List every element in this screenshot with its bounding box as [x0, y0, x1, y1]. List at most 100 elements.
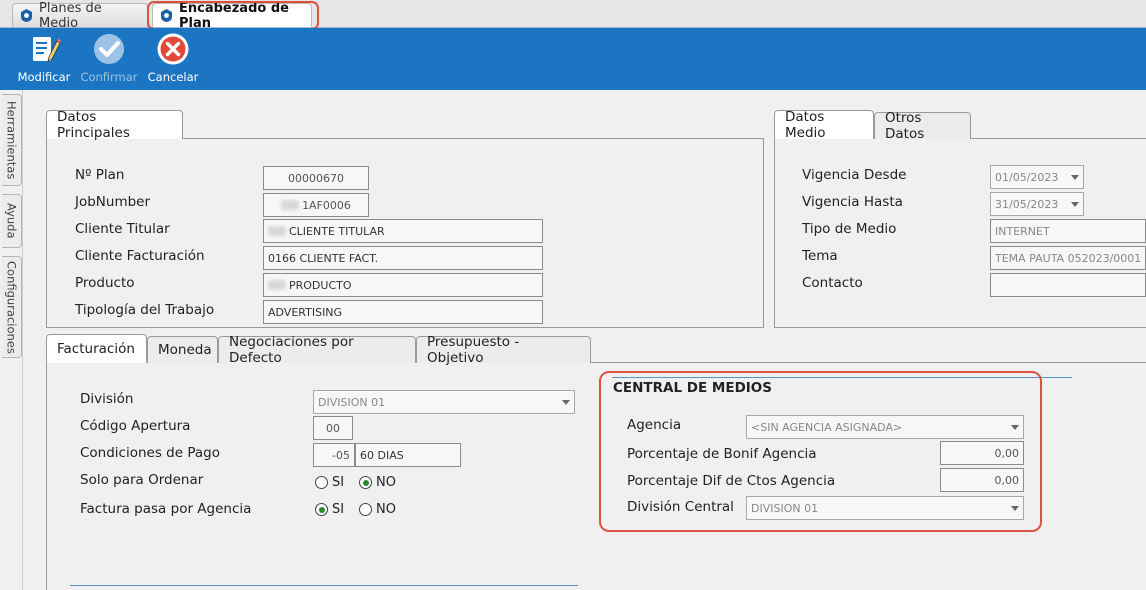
app-logo-icon: [159, 8, 174, 23]
modificar-button[interactable]: Modificar: [16, 32, 72, 84]
tab-negociaciones[interactable]: Negociaciones por Defecto: [218, 334, 416, 366]
confirmar-label: Confirmar: [80, 70, 138, 84]
contacto-field[interactable]: [990, 273, 1146, 297]
tipo-medio-label: Tipo de Medio: [802, 221, 897, 237]
solo-ordenar-si-radio[interactable]: SI: [315, 475, 344, 490]
tab-planes-de-medio[interactable]: Planes de Medio: [12, 1, 148, 31]
cliente-titular-label: Cliente Titular: [75, 221, 170, 237]
field-value: PRODUCTO: [289, 278, 352, 292]
field-value: ADVERTISING: [268, 305, 343, 319]
chevron-down-icon: [1071, 174, 1079, 180]
bonif-agencia-field[interactable]: 0,00: [940, 441, 1024, 465]
redacted-mark: [268, 226, 286, 236]
side-tab-configuraciones[interactable]: Configuraciones: [2, 256, 22, 358]
redacted-mark: [268, 280, 286, 290]
tab-label: Presupuesto - Objetivo: [427, 334, 520, 366]
vigencia-desde-picker[interactable]: 01/05/2023: [990, 165, 1084, 189]
codigo-apertura-label: Código Apertura: [80, 418, 191, 434]
side-tab-label: Herramientas: [4, 100, 19, 180]
radio-unchecked-icon: [359, 503, 372, 516]
radio-checked-icon: [315, 503, 328, 516]
field-value: <SIN AGENCIA ASIGNADA>: [751, 420, 903, 434]
tab-label: Otros Datos: [885, 110, 925, 142]
tab-label: Planes de Medio: [39, 0, 102, 31]
cancelar-label: Cancelar: [147, 70, 199, 84]
tipologia-label: Tipología del Trabajo: [75, 302, 215, 318]
tab-label: Moneda: [158, 342, 212, 358]
dif-ctos-field[interactable]: 0,00: [940, 468, 1024, 492]
tab-label: Negociaciones por Defecto: [229, 334, 354, 366]
field-value: CLIENTE TITULAR: [289, 224, 385, 238]
radio-label: NO: [376, 475, 396, 490]
cancel-icon: [157, 33, 189, 65]
condiciones-pago-label: Condiciones de Pago: [80, 445, 220, 461]
factura-agencia-si-radio[interactable]: SI: [315, 502, 344, 517]
field-value: 01/05/2023: [995, 170, 1059, 184]
tab-datos-principales[interactable]: Datos Principales: [46, 109, 183, 141]
solo-ordenar-no-radio[interactable]: NO: [359, 475, 396, 490]
vigencia-hasta-picker[interactable]: 31/05/2023: [990, 192, 1084, 216]
tab-presupuesto-objetivo[interactable]: Presupuesto - Objetivo: [416, 334, 591, 366]
division-central-select[interactable]: DIVISION 01: [746, 496, 1024, 520]
central-medios-title: CENTRAL DE MEDIOS: [613, 380, 772, 396]
nplan-field[interactable]: 00000670: [263, 166, 369, 190]
tab-encabezado-de-plan[interactable]: Encabezado de Plan: [152, 1, 312, 31]
field-value: INTERNET: [995, 224, 1050, 238]
cancelar-button[interactable]: Cancelar: [146, 32, 200, 84]
section-divider: [70, 585, 578, 586]
condiciones-code-field[interactable]: -05: [313, 443, 355, 467]
app-logo-icon: [19, 8, 34, 23]
cliente-facturacion-field[interactable]: 0166 CLIENTE FACT.: [263, 246, 543, 270]
check-icon: [94, 34, 124, 64]
tipo-medio-field[interactable]: INTERNET: [990, 219, 1146, 243]
vigencia-hasta-label: Vigencia Hasta: [802, 194, 903, 210]
confirmar-button[interactable]: Confirmar: [80, 32, 138, 84]
division-select[interactable]: DIVISION 01: [313, 390, 575, 414]
division-label: División: [80, 391, 134, 407]
jobnumber-field[interactable]: 1AF0006: [263, 193, 369, 217]
codigo-apertura-field[interactable]: 00: [313, 416, 353, 440]
cliente-titular-field[interactable]: CLIENTE TITULAR: [263, 219, 543, 243]
tipologia-field[interactable]: ADVERTISING: [263, 300, 543, 324]
cliente-facturacion-label: Cliente Facturación: [75, 248, 205, 264]
condiciones-text-field[interactable]: 60 DIAS: [355, 443, 461, 467]
tab-facturacion[interactable]: Facturación: [46, 334, 147, 363]
chevron-down-icon: [562, 399, 570, 405]
section-divider: [612, 377, 1072, 378]
field-value: 00000670: [288, 171, 344, 185]
side-tab-label: Ayuda: [4, 203, 19, 239]
tema-field[interactable]: TEMA PAUTA 052023/0001: [990, 246, 1146, 270]
tab-label: Encabezado de Plan: [179, 0, 289, 31]
field-value: DIVISION 01: [751, 501, 819, 515]
contacto-label: Contacto: [802, 275, 863, 291]
vigencia-desde-label: Vigencia Desde: [802, 167, 907, 183]
agencia-select[interactable]: <SIN AGENCIA ASIGNADA>: [746, 415, 1024, 439]
field-value: 60 DIAS: [360, 448, 404, 462]
side-panel-border: [22, 90, 23, 590]
factura-agencia-no-radio[interactable]: NO: [359, 502, 396, 517]
radio-label: SI: [332, 502, 345, 517]
modificar-label: Modificar: [17, 70, 71, 84]
field-value: 0,00: [994, 446, 1020, 460]
agencia-label: Agencia: [627, 417, 682, 433]
producto-field[interactable]: PRODUCTO: [263, 273, 543, 297]
tab-datos-medio[interactable]: Datos Medio: [774, 109, 874, 141]
edit-document-icon: [33, 37, 61, 62]
side-tab-herramientas[interactable]: Herramientas: [2, 94, 22, 186]
field-value: 00: [326, 421, 340, 435]
field-value: 31/05/2023: [995, 197, 1059, 211]
nplan-label: Nº Plan: [75, 167, 125, 183]
tab-moneda[interactable]: Moneda: [147, 336, 218, 363]
chevron-down-icon: [1011, 505, 1019, 511]
solo-ordenar-label: Solo para Ordenar: [80, 472, 204, 488]
radio-label: NO: [376, 502, 396, 517]
side-tab-ayuda[interactable]: Ayuda: [2, 194, 22, 248]
tab-otros-datos[interactable]: Otros Datos: [874, 110, 971, 142]
tab-label: Facturación: [57, 341, 135, 357]
producto-label: Producto: [75, 275, 135, 291]
tab-label: Datos Medio: [785, 109, 826, 141]
side-tab-label: Configuraciones: [4, 260, 19, 354]
toolbar: Modificar Confirmar Cancelar: [0, 28, 1146, 90]
field-value: 1AF0006: [302, 198, 351, 212]
dif-ctos-label: Porcentaje Dif de Ctos Agencia: [627, 473, 836, 489]
